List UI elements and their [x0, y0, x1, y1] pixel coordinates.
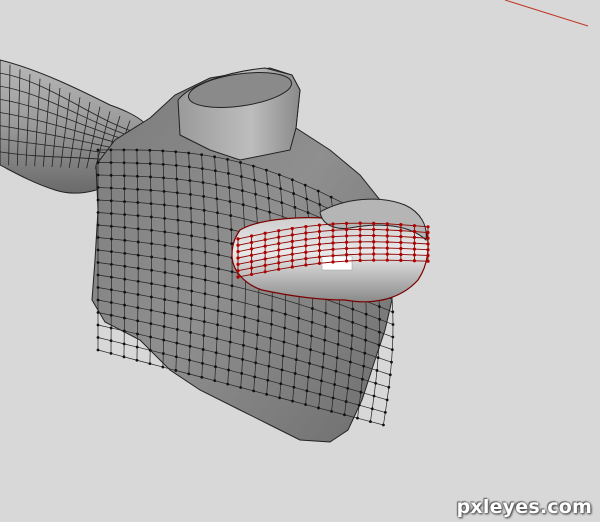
mesh-scene[interactable]	[0, 0, 600, 522]
axis-line	[504, 0, 589, 27]
watermark: pxleyes.com	[456, 496, 592, 518]
3d-viewport[interactable]: pxleyes.com	[0, 0, 600, 522]
